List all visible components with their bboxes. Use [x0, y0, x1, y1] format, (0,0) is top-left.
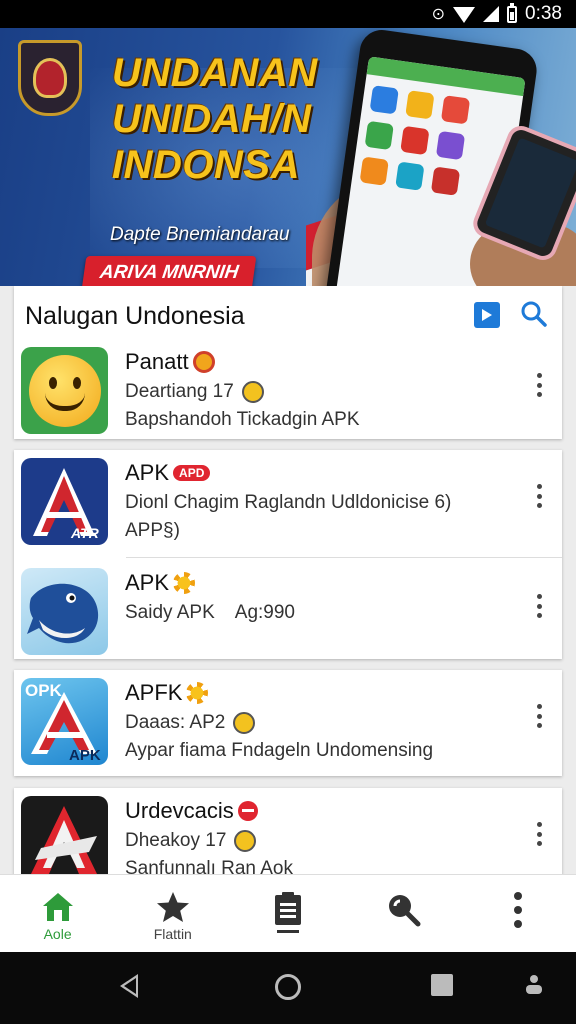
system-navigation-bar: [0, 952, 576, 1024]
more-vert-icon[interactable]: [536, 594, 542, 618]
back-icon[interactable]: [120, 974, 138, 998]
app-screen: ⊙ 0:38 UNDANAN UNIDAH/N INDONSA Dapte Bn…: [0, 0, 576, 1024]
app-card: Urdevcacis Dheakoy 17 Sanfunnalı Ran Aok: [14, 788, 562, 874]
bottom-navigation: Aole Flattin: [0, 874, 576, 952]
rating-badge-icon: [233, 712, 256, 734]
list-item[interactable]: ATR APK APD Dionl Chagim Raglandn Udldoni…: [14, 450, 562, 550]
accessibility-icon[interactable]: [525, 974, 543, 996]
app-description: APP§): [125, 520, 180, 541]
app-meta: Daaas: AP2: [125, 712, 226, 733]
home-icon: [42, 893, 73, 921]
app-size: Ag:990: [234, 602, 296, 623]
search-icon: [389, 895, 421, 927]
nfc-icon: ⊙: [431, 6, 446, 23]
star-icon: [156, 892, 189, 922]
section-header: Nalugan Undonesia: [14, 286, 562, 344]
app-icon: [21, 568, 108, 655]
app-meta: Dionl Chagim Raglandn Udldonicise 6): [125, 492, 452, 513]
sun-badge-icon: [192, 351, 215, 373]
app-icon: [21, 347, 108, 434]
divider: [126, 557, 562, 558]
burst-badge-icon: [186, 682, 209, 704]
app-card: ATR APK APD Dionl Chagim Raglandn Udldoni…: [14, 450, 562, 659]
nav-search[interactable]: [346, 875, 461, 953]
app-icon: OPK APK: [21, 678, 108, 765]
clipboard-icon: [274, 892, 301, 933]
list-item[interactable]: OPK APK APFK Daaas: AP2 Aypar fiama Fnda…: [14, 670, 562, 770]
status-bar: ⊙ 0:38: [0, 0, 576, 28]
section-title: Nalugan Undonesia: [25, 302, 245, 330]
banner-title: UNDANAN UNIDAH/N INDONSA: [112, 50, 352, 188]
app-meta: Saidy APK: [125, 602, 215, 623]
list-item[interactable]: Urdevcacis Dheakoy 17 Sanfunnalı Ran Aok: [14, 788, 562, 874]
apd-badge: APD: [173, 465, 211, 481]
red-badge-icon: [237, 801, 258, 821]
wifi-icon: [453, 7, 476, 23]
banner-title-line: UNIDAH/N: [112, 97, 312, 141]
app-icon-text: OPK: [25, 681, 63, 700]
search-icon[interactable]: [520, 300, 548, 328]
nav-label: Flattin: [153, 926, 192, 942]
app-name: Panatt: [125, 349, 189, 374]
app-name: Urdevcacis: [125, 798, 234, 823]
rating-badge-icon: [241, 381, 264, 403]
home-circle-icon[interactable]: [275, 974, 301, 1000]
banner-subtitle: Dapte Bnemiandarau: [110, 224, 290, 245]
rating-badge-icon: [234, 830, 257, 852]
burst-badge-icon: [173, 572, 196, 594]
signal-icon: [483, 6, 500, 22]
app-meta: Deartiang 17: [125, 381, 234, 402]
app-description: Sanfunnalı Ran Aok: [125, 858, 293, 874]
more-vert-icon[interactable]: [536, 484, 542, 508]
app-description: Aypar fiama Fndageln Undomensing: [125, 740, 434, 761]
nav-home[interactable]: Aole: [0, 875, 115, 953]
app-icon: ATR: [21, 458, 108, 545]
app-description: Bapshandoh Tickadgin APK: [125, 409, 360, 430]
play-icon[interactable]: [474, 302, 500, 328]
banner-cta-button[interactable]: ARIVA MNRNIH: [81, 256, 257, 286]
recents-icon[interactable]: [431, 974, 453, 996]
app-icon-text: APK: [69, 747, 101, 764]
more-vert-icon[interactable]: [536, 822, 542, 846]
more-vert-icon: [514, 892, 523, 928]
app-meta: Dheakoy 17: [125, 830, 227, 851]
app-name: APFK: [125, 680, 183, 705]
app-icon: [21, 796, 108, 874]
app-icon-text: ATR: [70, 525, 100, 541]
app-card: OPK APK APFK Daaas: AP2 Aypar fiama Fnda…: [14, 670, 562, 776]
app-list: Nalugan Undonesia Panatt Deartiang 17 Ba…: [0, 286, 576, 874]
battery-icon: [507, 2, 518, 23]
emblem-logo: [18, 40, 82, 116]
app-name: APK: [125, 570, 170, 595]
app-name: APK: [125, 460, 170, 485]
nav-label: Aole: [43, 926, 72, 942]
nav-list[interactable]: [230, 875, 345, 953]
list-item[interactable]: Panatt Deartiang 17 Bapshandoh Tickadgin…: [14, 339, 562, 439]
nav-featured[interactable]: Flattin: [115, 875, 230, 953]
list-item[interactable]: APK Saidy APK Ag:990: [14, 560, 562, 660]
banner-title-line: UNDANAN: [112, 51, 318, 95]
more-vert-icon[interactable]: [536, 704, 542, 728]
status-time: 0:38: [525, 3, 562, 24]
promo-banner[interactable]: UNDANAN UNIDAH/N INDONSA Dapte Bnemianda…: [0, 28, 576, 286]
app-card: Nalugan Undonesia Panatt Deartiang 17 Ba…: [14, 286, 562, 439]
banner-title-line: INDONSA: [112, 143, 300, 187]
more-vert-icon[interactable]: [536, 373, 542, 397]
nav-more[interactable]: [461, 875, 576, 953]
